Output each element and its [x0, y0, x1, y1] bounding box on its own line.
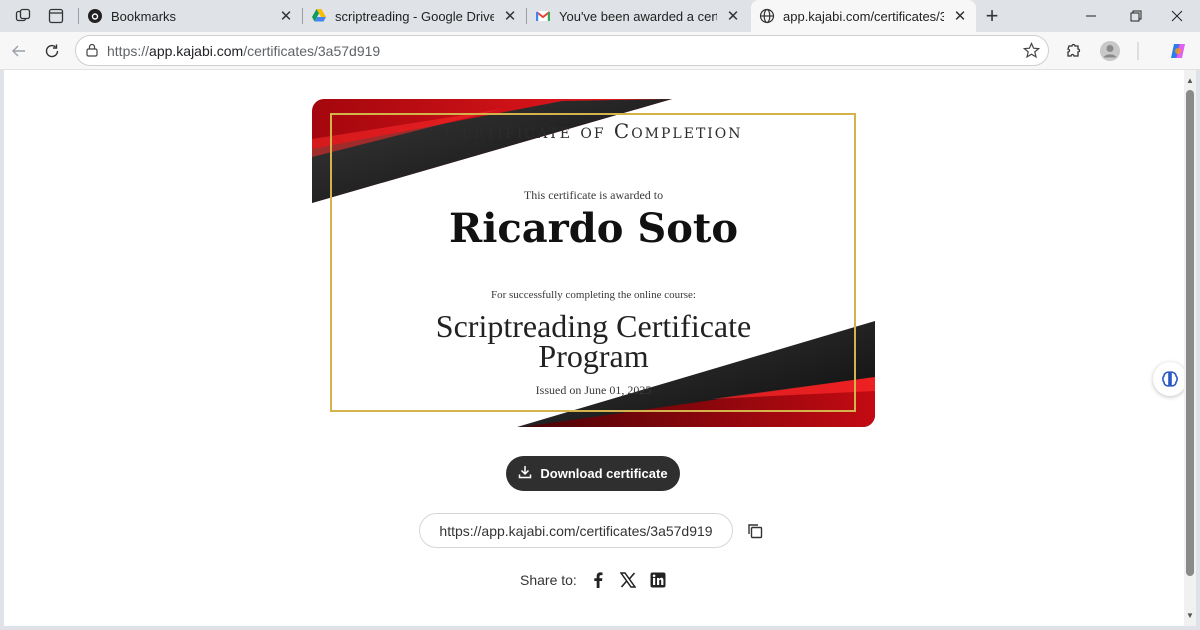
- certificate-title: Certificate of Completion: [444, 119, 743, 143]
- tab-title: scriptreading - Google Drive: [335, 8, 494, 24]
- back-icon[interactable]: [5, 37, 33, 65]
- recipient-name: Ricardo Soto: [448, 205, 739, 252]
- tab-bookmarks[interactable]: Bookmarks ✕: [79, 0, 302, 32]
- refresh-icon[interactable]: [38, 37, 66, 65]
- browser-toolbar: https://app.kajabi.com/certificates/3a57…: [0, 32, 1200, 70]
- x-icon[interactable]: [619, 571, 637, 589]
- close-window-icon[interactable]: [1154, 0, 1200, 32]
- copy-link-icon[interactable]: [745, 521, 765, 541]
- page-scrollbar[interactable]: ▲ ▼: [1184, 70, 1196, 626]
- share-label: Share to:: [520, 572, 577, 588]
- profile-avatar[interactable]: [1096, 37, 1124, 65]
- scroll-up-icon[interactable]: ▲: [1185, 76, 1195, 86]
- close-tab-icon[interactable]: ✕: [952, 8, 968, 25]
- github-icon: [87, 8, 103, 24]
- minimize-icon[interactable]: [1068, 0, 1114, 32]
- close-tab-icon[interactable]: ✕: [502, 8, 518, 25]
- tab-title: Bookmarks: [111, 8, 177, 24]
- tab-title: app.kajabi.com/certificates/3a57d: [783, 8, 944, 24]
- tab-gmail[interactable]: You've been awarded a certificate ✕: [527, 0, 749, 32]
- scrollbar-thumb[interactable]: [1186, 90, 1194, 576]
- facebook-icon[interactable]: [589, 571, 607, 589]
- brain-assistant-icon[interactable]: [1153, 362, 1187, 396]
- tab-kajabi-certificate[interactable]: app.kajabi.com/certificates/3a57d ✕: [751, 0, 976, 32]
- globe-icon: [759, 8, 775, 24]
- site-info-icon[interactable]: [85, 43, 99, 62]
- tab-actions-icon[interactable]: [45, 5, 67, 27]
- tab-title: You've been awarded a certificate: [559, 8, 717, 24]
- workspaces-icon[interactable]: [12, 5, 34, 27]
- tab-google-drive[interactable]: scriptreading - Google Drive ✕: [303, 0, 526, 32]
- address-url: https://app.kajabi.com/certificates/3a57…: [107, 43, 381, 59]
- awarded-text: This certificate is awarded to: [523, 188, 664, 202]
- google-drive-icon: [311, 8, 327, 24]
- download-label: Download certificate: [540, 466, 668, 481]
- scroll-down-icon[interactable]: ▼: [1185, 611, 1195, 621]
- extensions-icon[interactable]: [1059, 37, 1087, 65]
- download-certificate-button[interactable]: Download certificate: [506, 456, 680, 491]
- close-tab-icon[interactable]: ✕: [725, 8, 741, 25]
- gmail-icon: [535, 8, 551, 24]
- certificate: Certificate of Completion This certifica…: [312, 99, 875, 427]
- copilot-icon[interactable]: [1164, 37, 1192, 65]
- toolbar-divider: [1133, 37, 1143, 65]
- completion-text: For successfully completing the online c…: [491, 289, 696, 301]
- course-name: Scriptreading Certificate Program: [435, 308, 752, 374]
- tab-strip: Bookmarks ✕ scriptreading - Google Drive…: [0, 0, 1200, 32]
- favorite-star-icon[interactable]: [1022, 42, 1041, 64]
- new-tab-icon[interactable]: +: [981, 3, 1003, 28]
- issue-date: Issued on June 01, 2025: [535, 383, 652, 397]
- restore-icon[interactable]: [1113, 0, 1159, 32]
- address-bar[interactable]: https://app.kajabi.com/certificates/3a57…: [75, 35, 1049, 66]
- certificate-url-field[interactable]: https://app.kajabi.com/certificates/3a57…: [419, 513, 733, 548]
- linkedin-icon[interactable]: [649, 571, 667, 589]
- page-viewport: Certificate of Completion This certifica…: [4, 70, 1187, 626]
- close-tab-icon[interactable]: ✕: [278, 8, 294, 25]
- download-icon: [518, 465, 540, 482]
